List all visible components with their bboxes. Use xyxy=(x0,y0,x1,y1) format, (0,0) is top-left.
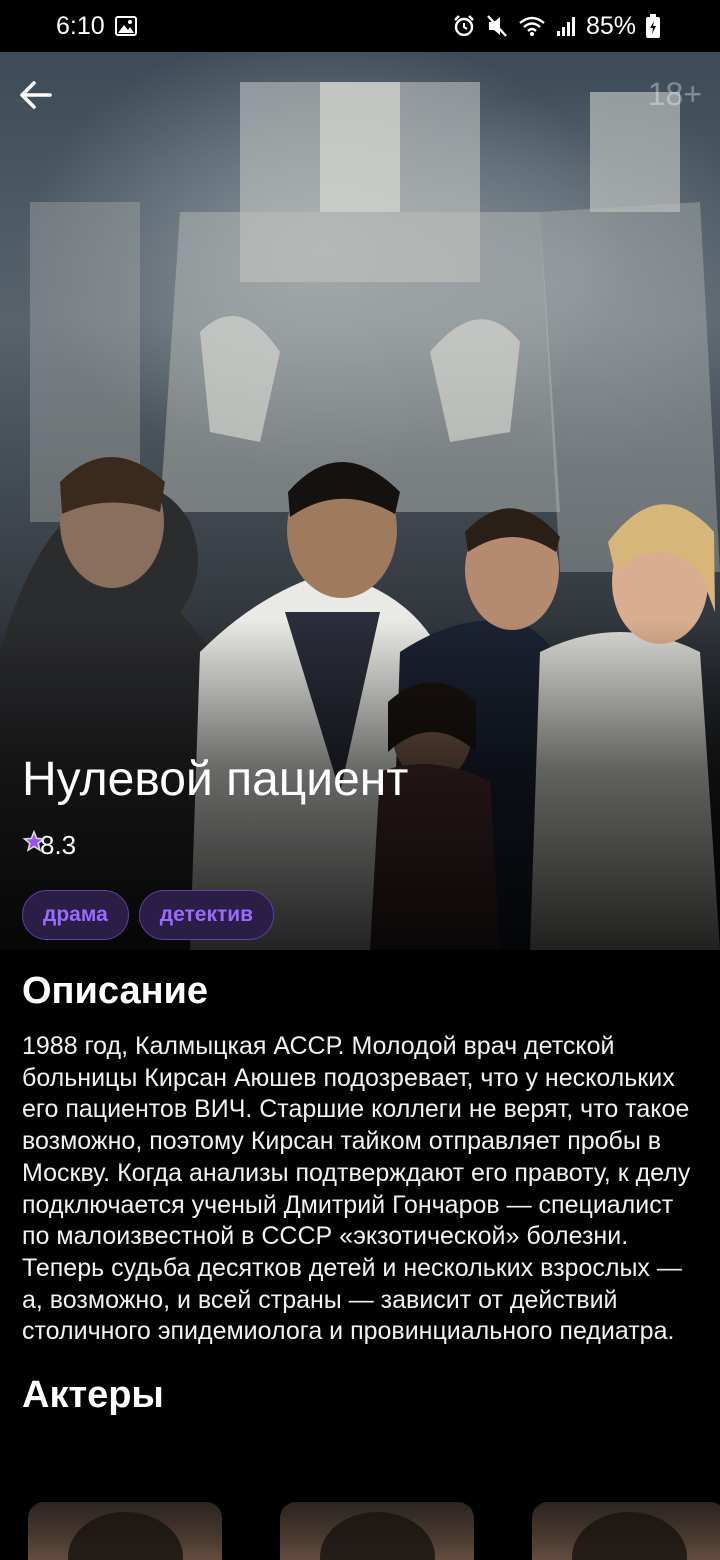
poster-image: 18+ Нулевой пациент 8.3 драма детектив xyxy=(0,52,720,950)
actor-card-photo[interactable] xyxy=(532,1502,720,1560)
status-time: 6:10 xyxy=(56,11,105,40)
genre-chip-detective[interactable]: детектив xyxy=(138,890,275,940)
star-empty-icon xyxy=(22,830,46,852)
arrow-left-icon xyxy=(20,81,52,109)
rating-row: 8.3 xyxy=(22,830,76,861)
mute-icon xyxy=(486,14,508,38)
description-text: 1988 год, Калмыцкая АССР. Молодой врач д… xyxy=(22,1032,691,1346)
status-left: 6:10 xyxy=(56,12,137,41)
genre-list: драма детектив xyxy=(22,890,275,940)
screen: 6:10 85% 18+ Нулевой пациент 8.3 драма д… xyxy=(0,0,720,1560)
alarm-icon xyxy=(452,14,476,38)
genre-chip-drama[interactable]: драма xyxy=(22,890,129,940)
back-button[interactable] xyxy=(18,80,66,128)
actor-card-photo[interactable] xyxy=(28,1502,222,1560)
actors-heading: Актеры xyxy=(22,1374,164,1417)
actor-card-photo[interactable] xyxy=(280,1502,474,1560)
description-heading: Описание xyxy=(22,970,209,1012)
status-right: 85% xyxy=(452,12,660,41)
signal-icon xyxy=(556,15,576,37)
image-icon xyxy=(114,16,137,36)
wifi-icon xyxy=(518,15,546,37)
details-content: Описание 1988 год, Калмыцкая АССР. Молод… xyxy=(0,950,720,1417)
age-rating-badge: 18+ xyxy=(647,76,702,112)
battery-icon xyxy=(646,14,660,38)
actors-carousel[interactable] xyxy=(0,1502,720,1560)
battery-percent: 85% xyxy=(585,11,636,40)
movie-title: Нулевой пациент xyxy=(22,753,409,806)
status-bar: 6:10 85% xyxy=(0,0,720,52)
